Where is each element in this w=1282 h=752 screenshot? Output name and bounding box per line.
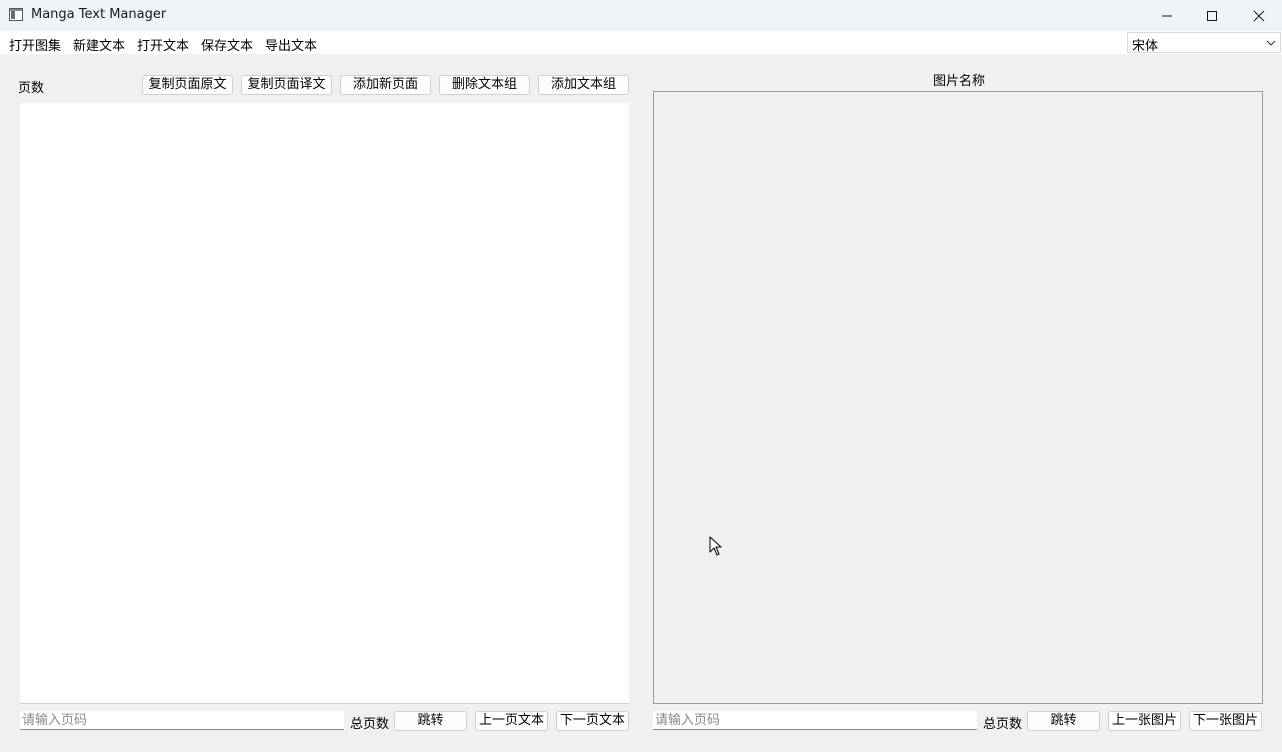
text-page-input[interactable] (20, 711, 344, 730)
font-select-value: 宋体 (1132, 39, 1159, 54)
page-count-label: 页数 (18, 81, 45, 96)
minimize-icon (1161, 15, 1172, 16)
add-text-group-button[interactable]: 添加文本组 (538, 75, 629, 95)
delete-text-group-button[interactable]: 删除文本组 (439, 75, 530, 95)
maximize-button[interactable] (1189, 0, 1234, 31)
close-icon (1253, 10, 1264, 21)
menu-open-text[interactable]: 打开文本 (137, 35, 189, 54)
copy-page-original-button[interactable]: 复制页面原文 (142, 75, 233, 95)
text-jump-button[interactable]: 跳转 (394, 711, 467, 731)
text-list-area[interactable] (20, 103, 629, 704)
maximize-icon (1206, 10, 1217, 21)
image-view-area[interactable] (653, 91, 1263, 704)
copy-page-translation-button[interactable]: 复制页面译文 (241, 75, 332, 95)
mouse-cursor-icon (709, 536, 722, 556)
chevron-down-icon (1266, 40, 1276, 46)
app-icon (9, 8, 23, 21)
app-window: Manga Text Manager 打开图集 新建文本 打开文本 保存文本 导… (0, 0, 1282, 752)
minimize-button[interactable] (1144, 0, 1189, 31)
image-total-pages-label: 总页数 (983, 717, 1023, 732)
title-bar: Manga Text Manager (0, 0, 1282, 31)
text-total-pages-label: 总页数 (350, 717, 390, 732)
image-name-label: 图片名称 (933, 74, 986, 89)
next-image-button[interactable]: 下一张图片 (1189, 711, 1262, 731)
prev-image-button[interactable]: 上一张图片 (1108, 711, 1181, 731)
image-jump-button[interactable]: 跳转 (1027, 711, 1100, 731)
menu-open-gallery[interactable]: 打开图集 (9, 35, 61, 54)
window-title: Manga Text Manager (31, 7, 167, 22)
next-page-text-button[interactable]: 下一页文本 (556, 711, 629, 731)
font-select[interactable]: 宋体 (1127, 32, 1281, 54)
prev-page-text-button[interactable]: 上一页文本 (475, 711, 548, 731)
menu-bar: 打开图集 新建文本 打开文本 保存文本 导出文本 (0, 31, 1282, 54)
menu-new-text[interactable]: 新建文本 (73, 35, 125, 54)
close-button[interactable] (1236, 0, 1281, 31)
menu-save-text[interactable]: 保存文本 (201, 35, 253, 54)
add-page-button[interactable]: 添加新页面 (340, 75, 431, 95)
menu-export-text[interactable]: 导出文本 (265, 35, 317, 54)
image-page-input[interactable] (653, 711, 977, 730)
